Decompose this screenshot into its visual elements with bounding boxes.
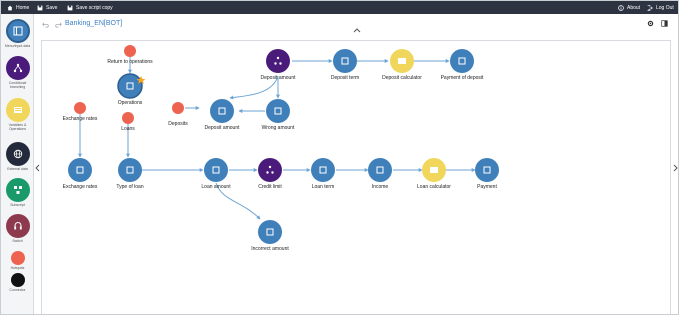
menu-icon <box>5 19 30 43</box>
tool-switch[interactable]: Switch <box>1 214 34 243</box>
node-label: Credit limit <box>258 184 282 190</box>
hotspot-node[interactable] <box>122 112 134 124</box>
globe-icon <box>5 142 30 166</box>
editor-toolbar: Banking_EN[BOT] <box>35 14 678 36</box>
top-bar: Home Save Save script copy About Log Out <box>1 1 678 14</box>
credit-limit-node[interactable] <box>258 158 282 182</box>
editor-area: Banking_EN[BOT] Return to operations Ope… <box>35 14 678 315</box>
tool-label: Variables & Operations <box>8 123 27 131</box>
tool-label: Conditional branching <box>8 81 27 89</box>
tool-label: External data <box>7 167 28 171</box>
home-label: Home <box>16 4 30 11</box>
payment-of-deposit-node <box>450 49 474 73</box>
logout-button[interactable]: Log Out <box>647 1 674 14</box>
tool-subscript[interactable]: Subscript <box>1 178 34 207</box>
tool-label: Switch <box>12 239 23 243</box>
node-label: Incorrect amount <box>251 246 289 252</box>
hotspot-node[interactable] <box>172 102 184 114</box>
tool-label: Connector <box>9 288 26 292</box>
node-label: Income <box>372 184 389 190</box>
info-icon <box>618 4 624 11</box>
node-label: Loan amount <box>201 184 231 190</box>
logout-icon <box>647 4 653 11</box>
node-label: Exchange rates <box>63 184 98 190</box>
save-copy-icon <box>67 5 73 10</box>
flow-diagram[interactable]: Return to operations Operations Loans Ex… <box>42 41 672 315</box>
tool-hotspots[interactable]: Hotspots <box>1 251 34 270</box>
hotspot-icon <box>10 251 25 265</box>
connector-icon <box>10 273 25 287</box>
deposit-amount-branch-node[interactable] <box>266 49 290 73</box>
save-button[interactable]: Save <box>37 1 57 14</box>
script-title[interactable]: Banking_EN[BOT] <box>65 20 122 27</box>
app-frame: Home Save Save script copy About Log Out… <box>0 0 679 315</box>
home-icon <box>7 5 13 10</box>
save-label: Save <box>46 4 58 11</box>
node-label: Payment of deposit <box>441 75 484 81</box>
hotspot-node[interactable] <box>74 102 86 114</box>
type-of-loan-node <box>118 158 142 182</box>
node-label: Type of loan <box>116 184 143 190</box>
tool-conditional-branching[interactable]: Conditional branching <box>1 56 34 89</box>
save-icon <box>37 5 43 10</box>
operations-node <box>117 73 143 99</box>
node-label: Payment <box>477 184 497 190</box>
node-label: Exchange rates <box>63 116 98 122</box>
node-label: Deposit amount <box>204 125 240 131</box>
headset-icon <box>5 214 30 238</box>
save-copy-button[interactable]: Save script copy <box>67 1 113 14</box>
redo-icon[interactable] <box>55 22 62 28</box>
tool-external-data[interactable]: External data <box>1 142 34 171</box>
about-button[interactable]: About <box>618 1 640 14</box>
tool-label: Menu/Input data <box>4 44 31 48</box>
gear-icon[interactable] <box>647 20 654 27</box>
hotspot-node[interactable] <box>124 45 136 57</box>
branch-icon <box>5 56 30 80</box>
chevron-left-icon[interactable] <box>35 164 40 172</box>
income-node <box>368 158 392 182</box>
deposit-term-node <box>333 49 357 73</box>
node-label: Wrong amount <box>262 125 295 131</box>
tool-label: Hotspots <box>10 266 25 270</box>
node-label: Loan term <box>312 184 335 190</box>
node-label: Deposits <box>168 121 188 127</box>
payment-node <box>475 158 499 182</box>
node-label: Deposit calculator <box>382 75 422 81</box>
tool-palette: Menu/Input data Conditional branching Va… <box>1 14 34 314</box>
tool-connector[interactable]: Connector <box>1 273 34 292</box>
tool-label: Subscript <box>10 203 25 207</box>
undo-icon[interactable] <box>42 22 49 28</box>
exchange-node <box>68 158 92 182</box>
chevron-right-icon[interactable] <box>673 164 678 172</box>
incorrect-amount-node <box>258 220 282 244</box>
flow-canvas[interactable]: Return to operations Operations Loans Ex… <box>41 40 672 315</box>
node-label: Loan calculator <box>417 184 451 190</box>
node-label: Deposit term <box>331 75 359 81</box>
save-copy-label: Save script copy <box>76 4 113 11</box>
node-label: Deposit amount <box>260 75 296 81</box>
home-button[interactable]: Home <box>7 1 29 14</box>
subscript-icon <box>5 178 30 202</box>
node-label: Return to operations <box>107 59 153 65</box>
logout-label: Log Out <box>656 4 674 11</box>
deposit-amount-node <box>210 99 234 123</box>
chevron-up-icon[interactable] <box>353 28 361 33</box>
panel-toggle-icon[interactable] <box>661 20 668 27</box>
loan-amount-node <box>204 158 228 182</box>
tool-variables[interactable]: Variables & Operations <box>1 98 34 131</box>
about-label: About <box>627 4 641 11</box>
variables-icon <box>5 98 30 122</box>
loan-term-node <box>311 158 335 182</box>
tool-menu-input[interactable]: Menu/Input data <box>1 19 34 48</box>
wrong-amount-node <box>266 99 290 123</box>
node-label: Operations <box>118 100 143 106</box>
node-label: Loans <box>121 126 135 132</box>
